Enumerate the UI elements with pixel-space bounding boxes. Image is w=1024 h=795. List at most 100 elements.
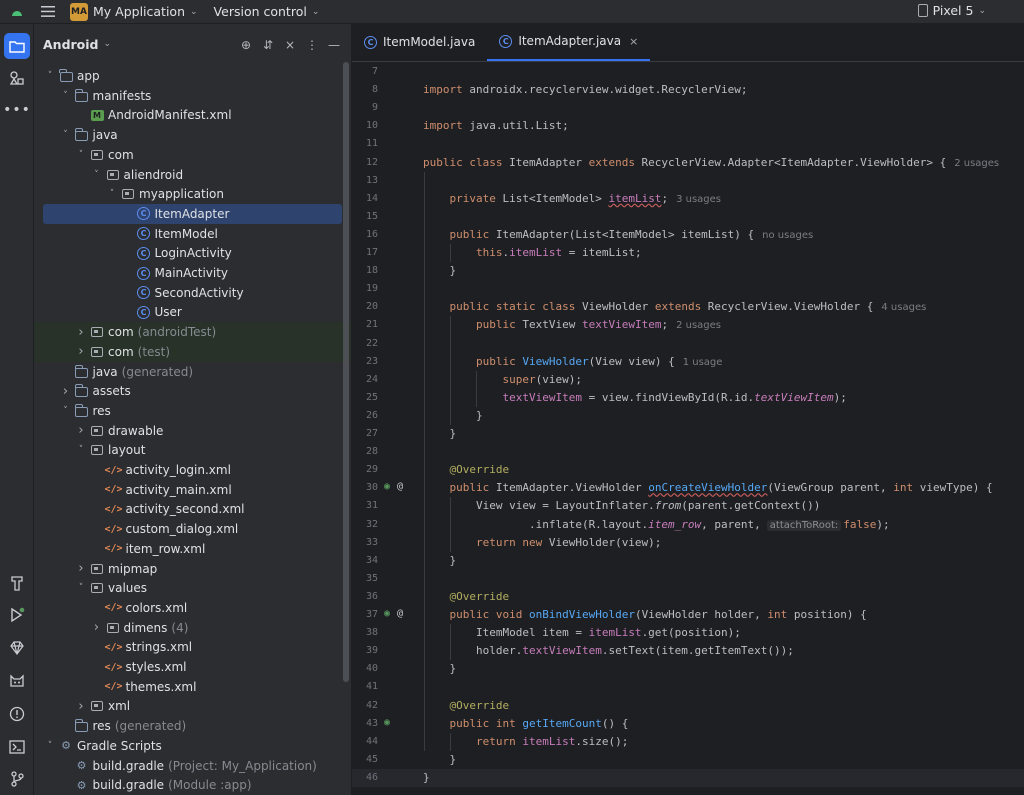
- chevron-down-icon[interactable]: ˅: [106, 189, 118, 199]
- code-line[interactable]: }: [423, 427, 456, 440]
- annotation-icon[interactable]: @: [397, 481, 403, 492]
- code-line[interactable]: public TextView textViewItem; 2 usages: [423, 318, 721, 331]
- code-line[interactable]: }: [423, 554, 456, 567]
- main-menu-button[interactable]: [34, 0, 62, 24]
- logcat-button[interactable]: [4, 668, 30, 694]
- editor-tab[interactable]: C ItemAdapter.java ×: [487, 23, 651, 61]
- tree-item[interactable]: </> item_row.xml: [34, 539, 351, 559]
- project-view-selector[interactable]: Android: [43, 37, 99, 52]
- tree-item[interactable]: ˅ layout: [34, 440, 351, 460]
- code-line[interactable]: View view = LayoutInflater.from(parent.g…: [423, 499, 820, 512]
- tree-item[interactable]: java (generated): [34, 362, 351, 382]
- tree-item[interactable]: ˅ com: [34, 145, 351, 165]
- code-line[interactable]: public ViewHolder(View view) {1 usage: [423, 355, 722, 368]
- override-icon[interactable]: ◉: [384, 717, 390, 728]
- code-line[interactable]: public ItemAdapter(List<ItemModel> itemL…: [423, 228, 814, 241]
- chevron-down-icon[interactable]: ˅: [91, 170, 103, 180]
- code-line[interactable]: public static class ViewHolder extends R…: [423, 300, 927, 313]
- tree-item[interactable]: › drawable: [34, 421, 351, 441]
- code-line[interactable]: public void onBindViewHolder(ViewHolder …: [423, 608, 867, 621]
- tree-item[interactable]: › xml: [34, 696, 351, 716]
- project-panel-scrollbar[interactable]: [343, 62, 349, 682]
- tree-item[interactable]: › com (androidTest): [34, 322, 351, 343]
- chevron-right-icon[interactable]: ›: [75, 423, 87, 438]
- tree-item[interactable]: </> activity_main.xml: [34, 480, 351, 500]
- code-line[interactable]: return itemList.size();: [423, 735, 628, 748]
- tree-item[interactable]: </> styles.xml: [34, 657, 351, 677]
- code-line[interactable]: @Override: [423, 463, 510, 476]
- editor-tab[interactable]: C ItemModel.java: [352, 23, 487, 61]
- code-line[interactable]: }: [423, 409, 483, 422]
- tree-item[interactable]: C User: [34, 302, 351, 322]
- chevron-down-icon[interactable]: ˅: [60, 130, 72, 140]
- tree-item[interactable]: ˅ app: [34, 66, 351, 86]
- build-variants-button[interactable]: [4, 570, 30, 596]
- tree-item[interactable]: ˅ aliendroid: [34, 165, 351, 185]
- tree-item[interactable]: C ItemModel: [34, 224, 351, 244]
- chevron-right-icon[interactable]: ›: [91, 620, 103, 635]
- chevron-right-icon[interactable]: ›: [75, 325, 87, 340]
- override-icon[interactable]: ◉: [384, 481, 390, 492]
- hide-panel-icon[interactable]: —: [323, 36, 345, 54]
- code-line[interactable]: import java.util.List;: [423, 119, 569, 132]
- code-line[interactable]: ItemModel item = itemList.get(position);: [423, 626, 741, 639]
- chevron-down-icon[interactable]: ˅: [75, 445, 87, 455]
- close-icon[interactable]: ×: [629, 35, 638, 48]
- tree-item[interactable]: </> themes.xml: [34, 677, 351, 697]
- tree-item[interactable]: ˅ java: [34, 125, 351, 145]
- annotation-icon[interactable]: @: [397, 608, 403, 619]
- chevron-down-icon[interactable]: ˅: [44, 71, 56, 81]
- code-line[interactable]: }: [423, 662, 456, 675]
- tree-item[interactable]: </> custom_dialog.xml: [34, 519, 351, 539]
- tree-item[interactable]: ˅ ⚙ Gradle Scripts: [34, 736, 351, 756]
- code-line[interactable]: public class ItemAdapter extends Recycle…: [423, 156, 999, 169]
- chevron-right-icon[interactable]: ›: [75, 561, 87, 576]
- more-tools-button[interactable]: •••: [3, 97, 30, 123]
- chevron-down-icon[interactable]: ⌄: [104, 39, 112, 49]
- code-line[interactable]: @Override: [423, 590, 510, 603]
- tree-item[interactable]: C LoginActivity: [34, 243, 351, 263]
- locate-file-icon[interactable]: ⊕: [235, 36, 257, 54]
- tree-item[interactable]: ˅ values: [34, 578, 351, 598]
- tree-item[interactable]: </> strings.xml: [34, 637, 351, 657]
- code-line[interactable]: }: [423, 771, 430, 784]
- code-line[interactable]: .inflate(R.layout.item_row, parent, attac…: [423, 518, 890, 531]
- code-line[interactable]: return new ViewHolder(view);: [423, 536, 661, 549]
- gem-tool-button[interactable]: [4, 635, 30, 661]
- tree-item[interactable]: C MainActivity: [34, 263, 351, 283]
- tree-item[interactable]: ˅ res: [34, 401, 351, 421]
- project-selector[interactable]: MA My Application ⌄: [70, 2, 198, 22]
- override-icon[interactable]: ◉: [384, 608, 390, 619]
- chevron-down-icon[interactable]: ˅: [75, 583, 87, 593]
- tree-item[interactable]: › assets: [34, 381, 351, 401]
- code-line[interactable]: this.itemList = itemList;: [423, 246, 642, 259]
- chevron-down-icon[interactable]: ˅: [44, 741, 56, 751]
- tree-item[interactable]: › dimens (4): [34, 618, 351, 638]
- tree-item[interactable]: res (generated): [34, 716, 351, 736]
- run-button[interactable]: [4, 602, 30, 628]
- code-line[interactable]: super(view);: [423, 373, 581, 386]
- expand-all-icon[interactable]: ⇵: [257, 36, 279, 54]
- tree-item[interactable]: ˅ myapplication: [34, 184, 351, 204]
- chevron-down-icon[interactable]: ˅: [75, 150, 87, 160]
- code-line[interactable]: }: [423, 753, 456, 766]
- code-line[interactable]: public ItemAdapter.ViewHolder onCreateVi…: [423, 481, 993, 494]
- project-tool-button[interactable]: [4, 33, 30, 59]
- version-control-menu[interactable]: Version control ⌄: [214, 4, 320, 19]
- tree-item[interactable]: </> activity_second.xml: [34, 499, 351, 519]
- code-line[interactable]: holder.textViewItem.setText(item.getItem…: [423, 644, 794, 657]
- code-line[interactable]: private List<ItemModel> itemList; 3 usage…: [423, 192, 722, 205]
- tree-item[interactable]: › com (test): [34, 341, 351, 362]
- device-selector[interactable]: Pixel 5 ⌄: [917, 3, 986, 18]
- code-area[interactable]: 7 8 import androidx.recyclerview.widget.Re…: [352, 63, 1024, 795]
- code-line[interactable]: import androidx.recyclerview.widget.Recy…: [423, 83, 748, 96]
- code-line[interactable]: @Override: [423, 699, 510, 712]
- chevron-right-icon[interactable]: ›: [60, 384, 72, 399]
- code-line[interactable]: public int getItemCount() {: [423, 717, 629, 730]
- tree-item[interactable]: </> colors.xml: [34, 598, 351, 618]
- git-button[interactable]: [4, 766, 30, 792]
- collapse-all-icon[interactable]: ×: [279, 36, 301, 54]
- options-icon[interactable]: ⋮: [301, 36, 323, 54]
- chevron-right-icon[interactable]: ›: [75, 699, 87, 714]
- tree-item[interactable]: ⚙ build.gradle (Module :app): [34, 775, 351, 795]
